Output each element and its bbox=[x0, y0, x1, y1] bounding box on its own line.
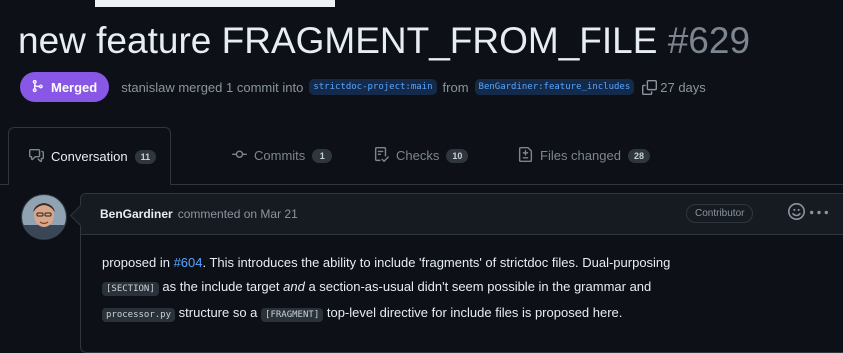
tab-files-changed[interactable]: Files changed 28 bbox=[518, 127, 650, 184]
smiley-icon[interactable] bbox=[788, 203, 808, 223]
pr-title-text: new feature FRAGMENT_FROM_FILE bbox=[18, 20, 658, 61]
inline-code-section: [SECTION] bbox=[102, 282, 159, 296]
tab-conversation-count: 11 bbox=[134, 149, 157, 164]
kebab-horizontal-icon[interactable] bbox=[810, 202, 834, 224]
base-branch-label[interactable]: strictdoc-project:main bbox=[309, 79, 437, 95]
merged-status-label: Merged bbox=[51, 79, 98, 95]
tab-checks[interactable]: Checks 10 bbox=[374, 127, 469, 184]
tab-commits[interactable]: Commits 1 bbox=[232, 127, 333, 184]
pr-title: new feature FRAGMENT_FROM_FILE #629 bbox=[18, 18, 750, 64]
comment-box: BenGardiner commented on Mar 21 Contribu… bbox=[80, 193, 843, 353]
comment-header: BenGardiner commented on Mar 21 Contribu… bbox=[81, 194, 843, 235]
comment-text: . This introduces the ability to include… bbox=[202, 255, 671, 270]
comment-text: as the include target bbox=[162, 279, 280, 294]
tab-files-changed-count: 28 bbox=[627, 148, 650, 163]
tab-checks-count: 10 bbox=[446, 148, 469, 163]
comment-meta[interactable]: commented on Mar 21 bbox=[178, 207, 298, 221]
tab-commits-count: 1 bbox=[312, 148, 333, 163]
git-commit-icon bbox=[232, 147, 247, 165]
comment-emphasis: and bbox=[283, 279, 305, 294]
comment-line-2: [SECTION] as the include target and a se… bbox=[102, 275, 822, 301]
pr-age: 27 days bbox=[660, 79, 706, 95]
comment-text: a section-as-usual didn't seem possible … bbox=[308, 279, 652, 294]
tab-conversation[interactable]: Conversation 11 bbox=[8, 127, 172, 185]
comment-line-3: processor.py structure so a [FRAGMENT] t… bbox=[102, 301, 822, 327]
pr-tabs: Conversation 11 Commits 1 Checks 10 File… bbox=[0, 127, 843, 185]
inline-code-fragment: [FRAGMENT] bbox=[261, 308, 324, 322]
comment-author[interactable]: BenGardiner bbox=[100, 207, 173, 221]
comment-line-1: proposed in #604. This introduces the ab… bbox=[102, 251, 822, 275]
comment-text: proposed in bbox=[102, 255, 170, 270]
comment-discussion-icon bbox=[29, 148, 44, 166]
inline-code-processor: processor.py bbox=[102, 308, 176, 322]
comment-text: structure so a bbox=[178, 305, 258, 320]
head-branch-label[interactable]: BenGardiner:feature_includes bbox=[474, 79, 635, 95]
tab-checks-label: Checks bbox=[396, 148, 440, 163]
issue-link[interactable]: #604 bbox=[174, 255, 203, 270]
git-merge-icon bbox=[31, 79, 45, 96]
comment-text: top-level directive for include files is… bbox=[326, 305, 623, 320]
copy-icon[interactable] bbox=[642, 79, 658, 95]
tab-files-changed-label: Files changed bbox=[540, 148, 621, 163]
top-strip bbox=[0, 0, 843, 8]
pr-meta: Merged stanislaw merged 1 commit into st… bbox=[20, 72, 706, 102]
merge-description: stanislaw merged 1 commit into bbox=[121, 79, 304, 95]
tab-commits-label: Commits bbox=[254, 148, 306, 163]
top-strip-highlight bbox=[95, 0, 335, 7]
avatar[interactable] bbox=[21, 194, 67, 240]
file-diff-icon bbox=[518, 146, 533, 165]
checklist-icon bbox=[374, 146, 389, 165]
merged-status-badge: Merged bbox=[20, 72, 110, 102]
contributor-badge: Contributor bbox=[686, 204, 754, 223]
pr-number: #629 bbox=[667, 20, 751, 61]
from-text: from bbox=[442, 79, 469, 95]
tab-conversation-label: Conversation bbox=[51, 149, 128, 164]
comment-body: proposed in #604. This introduces the ab… bbox=[81, 235, 822, 327]
